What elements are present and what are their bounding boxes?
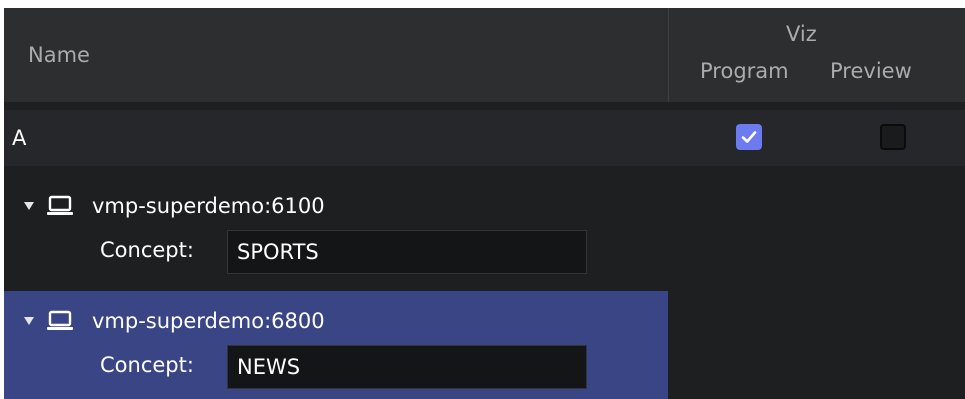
checkmark-icon [741, 131, 757, 143]
concept-field[interactable]: NEWS [227, 345, 587, 389]
server-name: vmp-superdemo:6100 [92, 194, 325, 218]
viz-engine-panel: Name Viz Program Preview A vmp-superdemo… [4, 8, 965, 399]
program-column-header[interactable]: Program [700, 59, 789, 83]
preview-checkbox[interactable] [880, 124, 906, 150]
concept-label: Concept: [100, 353, 194, 377]
expand-triangle-icon[interactable] [24, 202, 34, 210]
preview-column-header[interactable]: Preview [830, 59, 912, 83]
server-row-selected[interactable]: vmp-superdemo:6800 Concept: NEWS [4, 291, 668, 399]
laptop-icon [47, 195, 73, 215]
table-header: Name Viz Program Preview [4, 8, 965, 102]
group-row[interactable]: A [4, 110, 965, 166]
viz-column-group-header: Viz [786, 22, 817, 46]
expand-triangle-icon[interactable] [24, 317, 34, 325]
server-header: vmp-superdemo:6800 [24, 301, 325, 341]
column-divider[interactable] [668, 8, 669, 102]
server-header: vmp-superdemo:6100 [24, 186, 325, 226]
name-column-header[interactable]: Name [28, 8, 90, 102]
program-checkbox[interactable] [736, 124, 762, 150]
server-name: vmp-superdemo:6800 [92, 309, 325, 333]
server-row[interactable]: vmp-superdemo:6100 Concept: SPORTS [4, 176, 668, 284]
concept-label: Concept: [100, 238, 194, 262]
concept-field[interactable]: SPORTS [227, 230, 587, 274]
laptop-icon [47, 310, 73, 330]
group-label: A [12, 126, 27, 150]
